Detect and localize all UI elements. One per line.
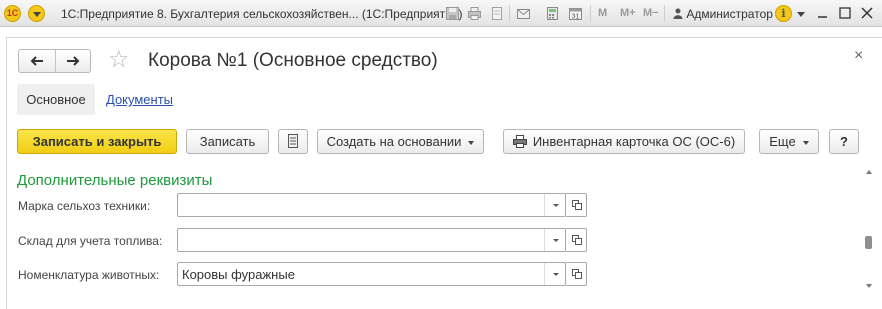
- maximize-icon[interactable]: [837, 5, 853, 21]
- field-label-fuel-warehouse: Склад для учета топлива:: [18, 234, 163, 248]
- memory-minus-button[interactable]: M−: [643, 7, 659, 19]
- open-button[interactable]: [566, 228, 587, 252]
- open-window-icon: [572, 235, 582, 245]
- forward-button[interactable]: [54, 50, 91, 72]
- chevron-down-icon: [468, 140, 475, 145]
- toolbar-separator: [664, 5, 665, 22]
- list-icon: [288, 134, 298, 148]
- minimize-icon[interactable]: [815, 5, 831, 21]
- scroll-thumb[interactable]: [865, 236, 872, 249]
- print-icon: [512, 135, 527, 148]
- app-logo-icon: 1С: [4, 5, 21, 22]
- inventory-card-button[interactable]: Инвентарная карточка ОС (ОС-6): [503, 129, 745, 154]
- memory-button[interactable]: M: [598, 7, 607, 19]
- main-menu-button[interactable]: [28, 5, 45, 22]
- user-label: Администратор: [673, 7, 773, 21]
- favorite-star-icon[interactable]: ☆: [108, 47, 130, 73]
- mail-icon[interactable]: [516, 6, 531, 21]
- memory-plus-button[interactable]: M+: [620, 7, 636, 19]
- save-button[interactable]: Записать: [186, 129, 269, 154]
- field-label-animal-nomenclature: Номенклатура животных:: [18, 268, 160, 282]
- dropdown-arrow-icon[interactable]: [544, 263, 565, 285]
- fuel-warehouse-field[interactable]: [177, 228, 566, 252]
- dropdown-arrow-icon[interactable]: [544, 229, 565, 251]
- create-based-on-label: Создать на основании: [326, 134, 462, 149]
- user-name: Администратор: [686, 7, 773, 21]
- user-icon: [673, 8, 683, 19]
- info-button[interactable]: i: [775, 5, 792, 22]
- form-title: Корова №1 (Основное средство): [148, 50, 438, 71]
- print-preview-icon[interactable]: [490, 6, 505, 21]
- arrow-left-icon: [30, 56, 43, 66]
- open-button[interactable]: [566, 193, 587, 217]
- vertical-scrollbar[interactable]: [864, 166, 874, 292]
- open-window-icon: [572, 200, 582, 210]
- more-label: Еще: [769, 134, 796, 149]
- navigation-buttons: [18, 49, 91, 73]
- scroll-down-icon[interactable]: [866, 284, 872, 288]
- field-label-brand: Марка сельхоз техники:: [18, 199, 151, 213]
- calendar-icon[interactable]: 31: [568, 6, 583, 21]
- dropdown-arrow-icon[interactable]: [544, 194, 565, 216]
- toolbar-separator: [509, 5, 510, 22]
- close-form-icon[interactable]: ×: [854, 47, 863, 65]
- inventory-card-label: Инвентарная карточка ОС (ОС-6): [532, 134, 736, 149]
- back-button[interactable]: [19, 50, 55, 72]
- tab-main[interactable]: Основное: [17, 84, 95, 115]
- svg-text:31: 31: [572, 14, 580, 21]
- animal-nomenclature-field-value: Коровы фуражные: [182, 267, 295, 282]
- open-window-icon: [572, 269, 582, 279]
- more-button[interactable]: Еще: [759, 129, 819, 154]
- tab-documents[interactable]: Документы: [106, 92, 173, 107]
- brand-field[interactable]: [177, 193, 566, 217]
- animal-nomenclature-field[interactable]: Коровы фуражные: [177, 262, 566, 286]
- scroll-up-icon[interactable]: [866, 170, 872, 174]
- window-title: 1С:Предприятие 8. Бухгалтерия сельскохоз…: [61, 7, 463, 21]
- save-icon[interactable]: [445, 6, 460, 21]
- toolbar-separator: [590, 5, 591, 22]
- help-button[interactable]: ?: [829, 129, 859, 154]
- arrow-right-icon: [66, 56, 80, 66]
- section-title: Дополнительные реквизиты: [17, 172, 213, 189]
- calculator-icon[interactable]: [545, 6, 560, 21]
- create-based-on-button[interactable]: Создать на основании: [317, 129, 484, 154]
- document-list-button[interactable]: [278, 129, 308, 154]
- chevron-down-icon: [802, 140, 809, 145]
- save-and-close-button[interactable]: Записать и закрыть: [17, 129, 177, 154]
- info-dropdown-icon[interactable]: [797, 12, 805, 17]
- open-button[interactable]: [566, 262, 587, 286]
- window-titlebar: 1С 1С:Предприятие 8. Бухгалтерия сельско…: [0, 0, 882, 27]
- close-window-icon[interactable]: [859, 5, 875, 21]
- print-icon[interactable]: [467, 6, 482, 21]
